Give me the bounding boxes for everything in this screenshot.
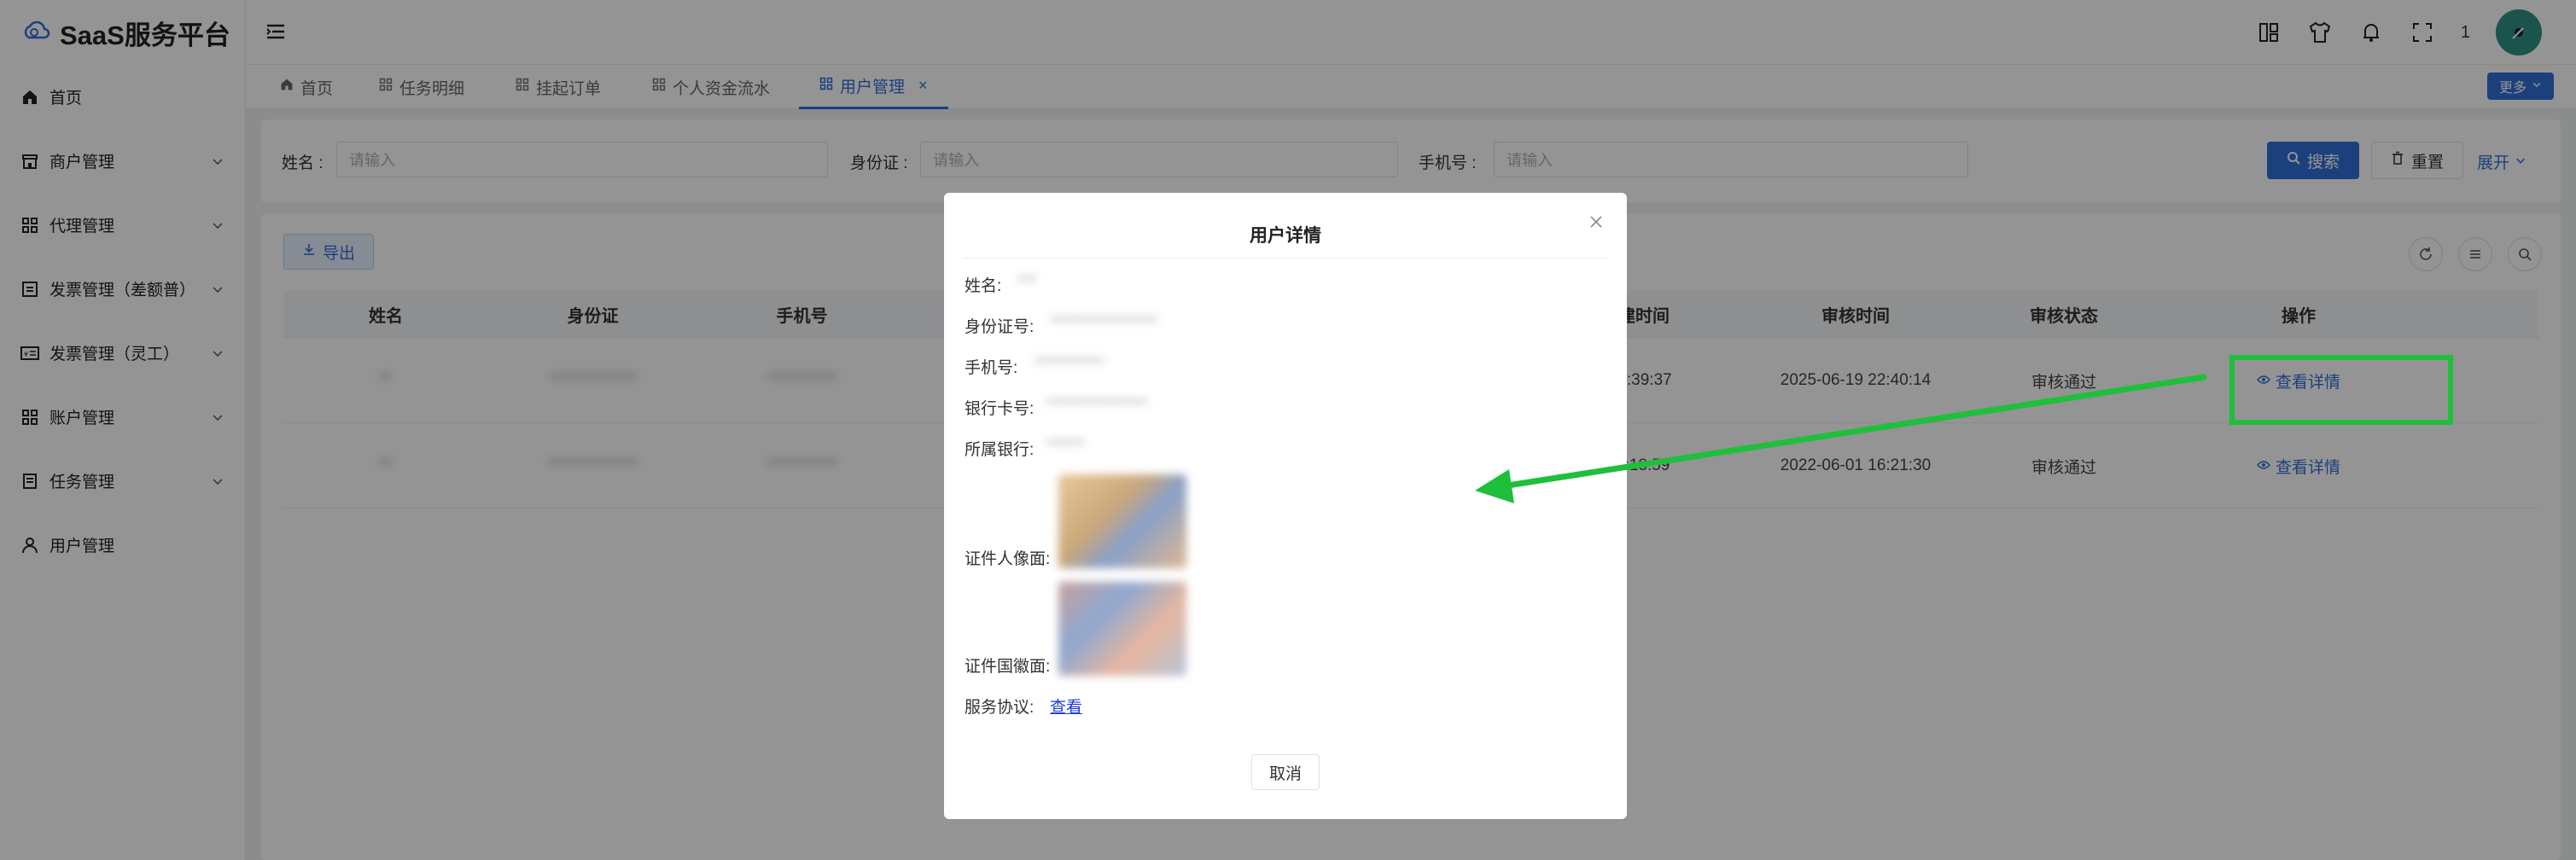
annotation-highlight-box [2229,355,2453,425]
modal-title: 用户详情 [1250,226,1321,246]
id-back-image[interactable] [1058,582,1186,676]
detail-phone-value: *********** [1034,355,1104,373]
detail-id-label: 身份证号: [965,318,1034,336]
user-detail-modal: 用户详情 姓名: *** 身份证号: ***************** 手机号… [944,193,1627,819]
id-back-label: 证件国徽面: [965,658,1051,676]
modal-divider [963,258,1608,259]
agreement-view-link[interactable]: 查看 [1050,694,1082,718]
detail-name-label: 姓名: [965,277,1002,295]
detail-bank-card-value: **************** [1046,396,1148,414]
cancel-button[interactable]: 取消 [1251,754,1320,790]
detail-phone-label: 手机号: [965,359,1018,377]
close-icon[interactable] [1586,212,1606,232]
detail-bank-card-label: 银行卡号: [965,400,1034,418]
detail-bank-label: 所属银行: [965,441,1034,459]
detail-name-value: *** [1017,273,1037,291]
agreement-label: 服务协议: [965,699,1034,717]
detail-bank-value: ****** [1046,437,1085,455]
detail-id-value: ***************** [1050,314,1157,332]
id-front-image[interactable] [1058,474,1186,568]
id-front-label: 证件人像面: [965,550,1051,568]
page: SaaS服务平台 首页 商户管理 代理管理 发票管理（差额普） ¥ 发票管理（灵… [0,0,2576,860]
